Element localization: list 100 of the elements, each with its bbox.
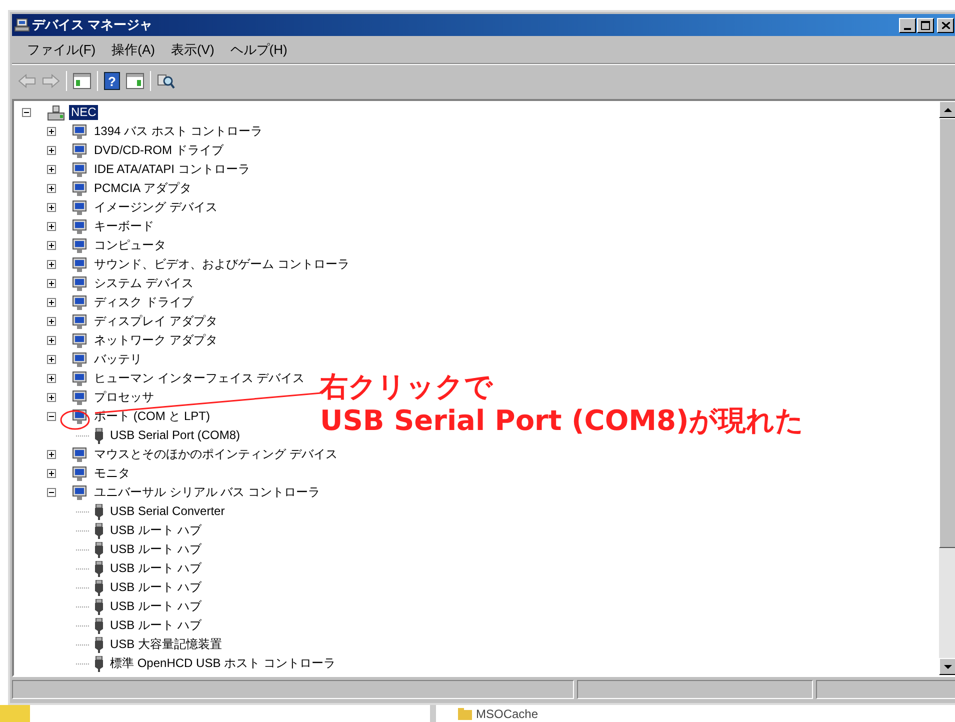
device-icon	[70, 390, 88, 406]
expand-icon[interactable]	[47, 165, 56, 174]
tree-connector-icon	[76, 548, 90, 550]
menu-item[interactable]: 表示(V)	[164, 40, 222, 60]
plug-icon	[94, 560, 104, 576]
expand-icon[interactable]	[47, 393, 56, 402]
folder-icon	[458, 708, 472, 720]
tree-connector-icon	[76, 510, 90, 512]
close-button[interactable]	[937, 18, 954, 32]
expand-icon[interactable]	[47, 355, 56, 364]
tree-item[interactable]: USB ルート ハブ	[108, 523, 204, 538]
tree-item[interactable]: USB Serial Converter	[108, 504, 227, 519]
expand-icon[interactable]	[47, 222, 56, 231]
computer-icon	[14, 17, 30, 33]
tree-connector-icon	[76, 662, 90, 664]
tree-item[interactable]: ネットワーク アダプタ	[92, 333, 220, 348]
device-icon	[70, 276, 88, 292]
device-icon	[70, 238, 88, 254]
device-icon	[70, 162, 88, 178]
tree-item[interactable]: モニタ	[92, 466, 132, 481]
tree-item[interactable]: ユニバーサル シリアル バス コントローラ	[92, 485, 322, 500]
expand-icon[interactable]	[47, 203, 56, 212]
device-icon	[70, 484, 88, 500]
device-icon	[70, 370, 88, 386]
tree-item[interactable]: DVD/CD-ROM ドライブ	[92, 143, 226, 158]
scroll-down-button[interactable]	[939, 658, 955, 675]
tree-item[interactable]: USB ルート ハブ	[108, 542, 204, 557]
plug-icon	[94, 504, 104, 520]
tree-item[interactable]: IDE ATA/ATAPI コントローラ	[92, 162, 252, 177]
minimize-icon	[904, 28, 911, 30]
minimize-button[interactable]	[899, 18, 916, 32]
maximize-icon	[921, 20, 930, 30]
device-icon	[70, 352, 88, 368]
tree-item[interactable]: USB 大容量記憶装置	[108, 637, 224, 652]
menu-item[interactable]: ファイル(F)	[20, 40, 103, 60]
tree-connector-icon	[76, 530, 90, 532]
tree-item[interactable]: USB ルート ハブ	[108, 580, 204, 595]
tree-item[interactable]: 1394 バス ホスト コントローラ	[92, 124, 265, 139]
tree-item[interactable]: コンピュータ	[92, 238, 168, 253]
computer-icon	[47, 104, 65, 120]
up-arrow-icon	[944, 108, 952, 112]
collapse-icon[interactable]	[47, 412, 56, 421]
menu-item[interactable]: ヘルプ(H)	[223, 40, 294, 60]
tree-item[interactable]: プロセッサ	[92, 390, 156, 405]
tree-connector-icon	[76, 568, 90, 570]
menu-item[interactable]: 操作(A)	[104, 40, 162, 60]
plug-icon	[94, 598, 104, 614]
window-title: デバイス マネージャ	[32, 16, 153, 34]
collapse-icon[interactable]	[22, 108, 31, 117]
expand-icon[interactable]	[47, 260, 56, 269]
background-panel	[0, 705, 30, 722]
tree-item[interactable]: USB ルート ハブ	[108, 561, 204, 576]
annotation: 右クリックで USB Serial Port (COM8)が現れた	[320, 370, 804, 438]
tree-connector-icon	[76, 434, 90, 436]
expand-icon[interactable]	[47, 241, 56, 250]
expand-icon[interactable]	[47, 298, 56, 307]
tree-item[interactable]: イメージング デバイス	[92, 200, 220, 215]
device-icon	[70, 218, 88, 234]
tree-item[interactable]: キーボード	[92, 219, 156, 234]
tree-item[interactable]: 標準 OpenHCD USB ホスト コントローラ	[108, 656, 338, 671]
expand-icon[interactable]	[47, 450, 56, 459]
plug-icon	[94, 618, 104, 634]
tree-item[interactable]: USB Serial Port (COM8)	[108, 428, 242, 443]
tree-item[interactable]: USB ルート ハブ	[108, 618, 204, 633]
tree-item[interactable]: マウスとそのほかのポインティング デバイス	[92, 447, 340, 462]
panel-icon[interactable]	[126, 72, 144, 88]
expand-icon[interactable]	[47, 127, 56, 136]
tree-connector-icon	[76, 586, 90, 588]
scroll-thumb[interactable]	[939, 118, 955, 548]
expand-icon[interactable]	[47, 374, 56, 383]
close-icon	[942, 22, 950, 28]
scan-hardware-icon[interactable]	[157, 72, 175, 90]
tree-connector-icon	[76, 644, 90, 646]
tree-item[interactable]: システム デバイス	[92, 276, 196, 291]
expand-icon[interactable]	[47, 336, 56, 345]
help-icon[interactable]: ?	[104, 72, 120, 90]
panel-icon[interactable]	[73, 72, 91, 88]
tree-item[interactable]: ディスク ドライブ	[92, 295, 196, 310]
plug-icon	[94, 542, 104, 558]
expand-icon[interactable]	[47, 184, 56, 193]
vertical-scrollbar[interactable]	[939, 101, 955, 675]
tree-item[interactable]: ディスプレイ アダプタ	[92, 314, 220, 329]
expand-icon[interactable]	[47, 317, 56, 326]
expand-icon[interactable]	[47, 469, 56, 478]
expand-icon[interactable]	[47, 146, 56, 155]
device-icon	[70, 466, 88, 482]
tree-item[interactable]: サウンド、ビデオ、およびゲーム コントローラ	[92, 257, 352, 272]
expand-icon[interactable]	[47, 279, 56, 288]
down-arrow-icon	[944, 664, 952, 668]
maximize-button[interactable]	[917, 18, 934, 32]
device-icon	[70, 332, 88, 348]
scroll-up-button[interactable]	[939, 101, 955, 118]
tree-item[interactable]: USB ルート ハブ	[108, 599, 204, 614]
tree-item[interactable]: バッテリ	[92, 352, 144, 367]
tree-item[interactable]: ヒューマン インターフェイス デバイス	[92, 371, 307, 386]
tree-item[interactable]: NEC	[69, 105, 98, 120]
plug-icon	[94, 580, 104, 596]
plug-icon	[94, 522, 104, 538]
tree-item[interactable]: PCMCIA アダプタ	[92, 181, 194, 196]
collapse-icon[interactable]	[47, 488, 56, 497]
